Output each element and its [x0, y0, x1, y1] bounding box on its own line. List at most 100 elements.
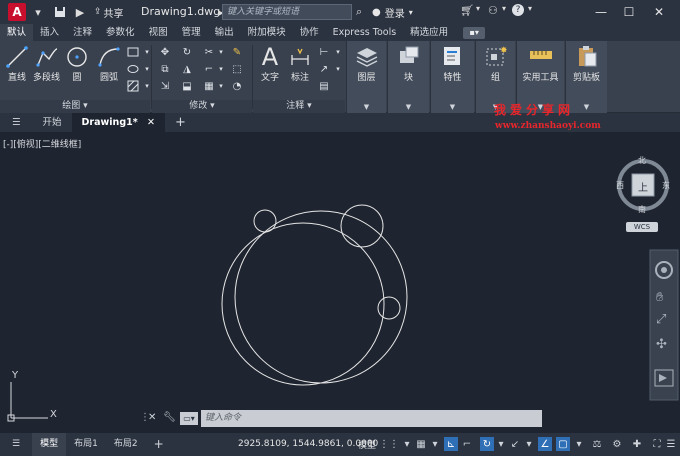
table-icon[interactable]: ▤: [317, 79, 331, 93]
hatch-icon[interactable]: [126, 79, 140, 93]
annotation-scale-icon[interactable]: ⚖: [590, 437, 604, 451]
minimize-button[interactable]: —: [592, 3, 610, 21]
isodraft-icon[interactable]: ↙: [508, 437, 522, 451]
hamburger-menu-icon[interactable]: ☰: [0, 113, 33, 132]
scale-icon[interactable]: ⬓: [180, 79, 194, 93]
circle-tool[interactable]: 圆: [64, 44, 90, 83]
offset-icon[interactable]: ◔: [230, 79, 244, 93]
properties-panel[interactable]: 特性 ▼: [430, 41, 474, 113]
login-button[interactable]: ● 登录 ▾: [372, 5, 413, 20]
help-dropdown-icon[interactable]: ▾: [528, 4, 532, 13]
search-icon[interactable]: ⌕: [356, 5, 362, 19]
maximize-button[interactable]: ☐: [620, 3, 638, 21]
text-tool[interactable]: A 文字: [257, 43, 283, 83]
menu-arrow-icon[interactable]: ▾: [30, 4, 46, 20]
object-snap-icon[interactable]: ▢: [556, 437, 570, 451]
cmd-recent-icon[interactable]: ▭▾: [180, 412, 198, 425]
annotation-panel-title[interactable]: 注释 ▾: [253, 100, 345, 113]
app-logo[interactable]: A: [8, 3, 26, 21]
close-button[interactable]: ✕: [650, 3, 668, 21]
explode-icon[interactable]: ⬚: [230, 62, 244, 76]
grid-icon[interactable]: ⋮⋮: [379, 437, 399, 451]
fillet-dropdown-icon[interactable]: ▾: [214, 62, 228, 76]
customize-status-icon[interactable]: ☰: [664, 437, 678, 451]
status-menu-icon[interactable]: ☰: [0, 433, 32, 456]
trim-dropdown-icon[interactable]: ▾: [214, 45, 228, 59]
wcs-button[interactable]: WCS: [626, 222, 658, 232]
viewcube-west[interactable]: 西: [616, 180, 624, 191]
tab-express-tools[interactable]: Express Tools: [326, 24, 404, 41]
tab-manage[interactable]: 管理: [175, 24, 208, 41]
cart-icon[interactable]: 🛒︎: [460, 4, 474, 17]
viewcube-north[interactable]: 北: [638, 155, 646, 166]
workspace-icon[interactable]: ⚙: [610, 437, 624, 451]
polar-dropdown-icon[interactable]: ▾: [494, 437, 508, 451]
add-layout-button[interactable]: +: [146, 433, 172, 456]
tab-layout1[interactable]: 布局1: [66, 433, 106, 456]
viewcube-south[interactable]: 南: [638, 204, 646, 215]
tab-output[interactable]: 输出: [208, 24, 241, 41]
block-panel[interactable]: 块 ▼: [387, 41, 429, 113]
help-icon[interactable]: ?: [512, 4, 524, 16]
save-icon[interactable]: [52, 4, 68, 20]
rotate-icon[interactable]: ↻: [180, 45, 194, 59]
cmd-close-icon[interactable]: ✕: [148, 412, 156, 423]
array-dropdown-icon[interactable]: ▾: [214, 79, 228, 93]
pan-icon[interactable]: ✋︎: [656, 290, 663, 305]
network-dropdown-icon[interactable]: ▾: [502, 4, 506, 13]
tab-insert[interactable]: 插入: [33, 24, 66, 41]
tab-start[interactable]: 开始: [33, 113, 72, 132]
mirror-icon[interactable]: ◮: [180, 62, 194, 76]
tab-model[interactable]: 模型: [32, 433, 67, 456]
search-input[interactable]: 键入关键字或短语: [222, 4, 352, 20]
stretch-icon[interactable]: ⇲: [158, 79, 172, 93]
forward-icon[interactable]: ▶: [72, 4, 88, 20]
leader-icon[interactable]: ↗: [317, 62, 331, 76]
arc-tool[interactable]: 圆弧: [96, 44, 122, 83]
polar-tracking-icon[interactable]: ↻: [480, 437, 494, 451]
tab-layout2[interactable]: 布局2: [106, 433, 146, 456]
object-snap-tracking-icon[interactable]: ∠: [538, 437, 552, 451]
linear-dim-icon[interactable]: ⊢: [317, 45, 331, 59]
tab-annotate[interactable]: 注释: [66, 24, 99, 41]
snap-icon[interactable]: ▦: [414, 437, 428, 451]
object-snap-dropdown-icon[interactable]: ▾: [572, 437, 586, 451]
tab-close-icon[interactable]: ✕: [147, 117, 155, 128]
line-tool[interactable]: 直线: [4, 44, 30, 83]
fullscreen-icon[interactable]: ⛶: [650, 437, 664, 451]
network-icon[interactable]: ⚇: [488, 4, 498, 17]
command-input[interactable]: 键入命令: [201, 410, 542, 427]
modify-panel-title[interactable]: 修改 ▾: [152, 100, 252, 113]
cart-dropdown-icon[interactable]: ▾: [476, 4, 480, 13]
linear-dim-dropdown-icon[interactable]: ▾: [331, 45, 345, 59]
grid-dropdown-icon[interactable]: ▾: [400, 437, 414, 451]
viewcube-east[interactable]: 东: [662, 180, 670, 191]
move-icon[interactable]: ✥: [158, 45, 172, 59]
model-space-toggle[interactable]: 模型: [356, 437, 378, 451]
viewcube-top-face[interactable]: 上: [638, 179, 648, 194]
showmotion-icon[interactable]: [656, 362, 672, 378]
zoom-icon[interactable]: ⤢: [656, 312, 666, 327]
tab-featured-apps[interactable]: 精选应用: [403, 24, 455, 41]
tab-default[interactable]: 默认: [0, 24, 34, 41]
isolate-icon[interactable]: ✚: [630, 437, 644, 451]
polar-icon[interactable]: ⌐: [460, 437, 474, 451]
cmd-customize-icon[interactable]: 🔧︎: [163, 412, 176, 423]
tab-collaborate[interactable]: 协作: [293, 24, 326, 41]
new-tab-button[interactable]: +: [165, 113, 196, 132]
drawing-canvas[interactable]: [-][俯视][二维线框] 北 南 西 东 上 WCS ✋︎ ⤢ ✣ Y X: [0, 132, 680, 434]
copy-icon[interactable]: ⧉: [158, 62, 172, 76]
isodraft-dropdown-icon[interactable]: ▾: [522, 437, 536, 451]
orbit-icon[interactable]: ✣: [656, 337, 667, 352]
rectangle-icon[interactable]: [126, 45, 140, 59]
leader-dropdown-icon[interactable]: ▾: [331, 62, 345, 76]
snap-dropdown-icon[interactable]: ▾: [428, 437, 442, 451]
tab-view[interactable]: 视图: [142, 24, 175, 41]
ellipse-icon[interactable]: [126, 62, 140, 76]
tab-drawing1[interactable]: Drawing1* ✕: [71, 113, 165, 132]
dimension-tool[interactable]: 标注: [287, 44, 313, 83]
share-button[interactable]: ⇪ 共享: [94, 5, 124, 20]
draw-panel-title[interactable]: 绘图 ▾: [0, 100, 150, 113]
ribbon-options-button[interactable]: ▪▾: [463, 26, 486, 39]
tab-addins[interactable]: 附加模块: [241, 24, 293, 41]
